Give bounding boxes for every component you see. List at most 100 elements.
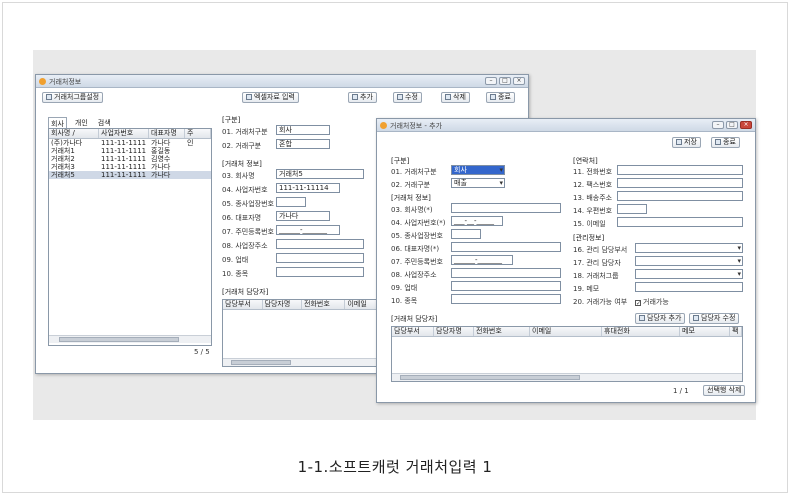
dlg-group-select[interactable] — [635, 269, 743, 279]
ceo-field[interactable]: 가나다 — [276, 211, 330, 221]
dlg-manager-select[interactable] — [635, 256, 743, 266]
dlg-trade-type-select[interactable]: 매출 — [451, 178, 505, 188]
list-scrollbar[interactable] — [49, 335, 211, 343]
dlg-tradeable-checkbox[interactable]: ✓ 거래가능 — [635, 297, 669, 307]
col-ceo[interactable]: 대표자명 — [149, 129, 185, 138]
list-item-selected[interactable]: 거래처5 111-11-1111 가나다 — [49, 171, 211, 179]
dlg-label-tradeable: 20. 거래가능 여부 — [573, 298, 628, 306]
col-mobile[interactable]: 휴대전화 — [602, 327, 680, 336]
section-type: [구분] — [222, 116, 241, 124]
list-item[interactable]: 거래처2 111-11-1111 김영수 — [49, 155, 211, 163]
col-company[interactable]: 회사명 / — [49, 129, 99, 138]
dlg-zip-field[interactable] — [617, 204, 647, 214]
dlg-memo-field[interactable] — [635, 282, 743, 292]
list-item[interactable]: 거래처1 111-11-1111 홍길동 — [49, 147, 211, 155]
company-list-header: 회사명 / 사업자번호 대표자명 주 — [49, 129, 211, 139]
main-titlebar: 거래처정보 – □ × — [36, 75, 528, 88]
excel-icon — [246, 94, 252, 100]
minimize-button[interactable]: – — [712, 121, 724, 129]
delete-selected-button[interactable]: 선택행 삭제 — [703, 385, 746, 396]
dlg-section-info: [거래처 정보] — [391, 194, 431, 202]
list-item[interactable]: (주)가나다 111-11-1111 가나다 인 — [49, 139, 211, 147]
dlg-rrn-field[interactable]: ______-_______ — [451, 255, 513, 265]
dlg-section-manage: [관리정보] — [573, 234, 605, 242]
dlg-section-manager: [거래처 담당자] — [391, 315, 438, 323]
item-field[interactable] — [276, 267, 364, 277]
dlg-ship-field[interactable] — [617, 191, 743, 201]
dlg-email-field[interactable] — [617, 217, 743, 227]
col-email[interactable]: 이메일 — [530, 327, 602, 336]
trade-type-field[interactable]: 혼합 — [276, 139, 330, 149]
dlg-dept-select[interactable] — [635, 243, 743, 253]
checkmark-icon: ✓ — [635, 300, 642, 307]
dlg-biztype-field[interactable] — [451, 281, 561, 291]
col-name[interactable]: 담당자명 — [263, 300, 302, 309]
dlg-ceo-field[interactable] — [451, 242, 561, 252]
label-partner-type: 01. 거래처구분 — [222, 128, 268, 136]
col-bizno[interactable]: 사업자번호 — [99, 129, 149, 138]
dlg-manager-scrollbar[interactable] — [392, 373, 742, 381]
dlg-label-manager: 17. 관리 담당자 — [573, 259, 621, 267]
col-addr[interactable]: 주 — [185, 129, 211, 138]
minimize-button[interactable]: – — [485, 77, 497, 85]
manager-scrollbar[interactable] — [223, 358, 381, 366]
col-fax[interactable]: 팩 — [730, 327, 742, 336]
group-settings-button[interactable]: 거래처그룹설정 — [42, 92, 104, 103]
edit-manager-button[interactable]: 담당자 수정 — [689, 313, 740, 324]
subbiz-field[interactable] — [276, 197, 306, 207]
add-button[interactable]: 추가 — [348, 92, 377, 103]
close-window-button[interactable]: × — [513, 77, 525, 85]
dlg-phone-field[interactable] — [617, 165, 743, 175]
col-memo[interactable]: 메모 — [680, 327, 730, 336]
dlg-fax-field[interactable] — [617, 178, 743, 188]
col-phone[interactable]: 전화번호 — [302, 300, 346, 309]
edit-button[interactable]: 수정 — [393, 92, 422, 103]
dlg-label-subbiz: 05. 종사업장번호 — [391, 232, 443, 240]
dlg-company-field[interactable] — [451, 203, 561, 213]
dlg-label-group: 18. 거래처그룹 — [573, 272, 619, 280]
label-ceo: 06. 대표자명 — [222, 214, 262, 222]
list-page-count: 5 / 5 — [194, 348, 210, 356]
col-name[interactable]: 담당자명 — [434, 327, 474, 336]
dlg-label-biztype: 09. 업태 — [391, 284, 418, 292]
biztype-field[interactable] — [276, 253, 364, 263]
excel-import-button[interactable]: 엑셀자료 입력 — [242, 92, 299, 103]
exit-button[interactable]: 종료 — [486, 92, 515, 103]
address-field[interactable] — [276, 239, 364, 249]
exit-icon — [715, 139, 721, 145]
manager-grid: 담당부서 담당자명 전화번호 이메일 — [222, 299, 382, 367]
dlg-label-bizno: 04. 사업자번호(*) — [391, 219, 446, 227]
exit-icon — [490, 94, 496, 100]
rrn-field[interactable]: ______-_______ — [276, 225, 340, 235]
label-subbiz: 05. 종사업장번호 — [222, 200, 274, 208]
delete-button[interactable]: 삭제 — [441, 92, 470, 103]
dlg-subbiz-field[interactable] — [451, 229, 481, 239]
label-address: 08. 사업장주소 — [222, 242, 268, 250]
dlg-address-field[interactable] — [451, 268, 561, 278]
maximize-button[interactable]: □ — [499, 77, 511, 85]
dlg-section-type: [구분] — [391, 157, 410, 165]
company-field[interactable]: 거래처5 — [276, 169, 364, 179]
col-dept[interactable]: 담당부서 — [223, 300, 263, 309]
section-manager: [거래처 담당자] — [222, 288, 269, 296]
close-window-button[interactable]: × — [740, 121, 752, 129]
label-bizno: 04. 사업자번호 — [222, 186, 268, 194]
dlg-page-count: 1 / 1 — [673, 387, 689, 395]
maximize-button[interactable]: □ — [726, 121, 738, 129]
dlg-partner-type-select[interactable]: 회사 — [451, 165, 505, 175]
list-item[interactable]: 거래처3 111-11-1111 가나다 — [49, 163, 211, 171]
dlg-label-item: 10. 종목 — [391, 297, 418, 305]
group-icon — [46, 94, 52, 100]
bizno-field[interactable]: 111-11-11114 — [276, 183, 340, 193]
dlg-item-field[interactable] — [451, 294, 561, 304]
dlg-bizno-field[interactable]: ___-__-_____ — [451, 216, 503, 226]
add-manager-button[interactable]: 담당자 추가 — [635, 313, 686, 324]
dlg-manager-grid: 담당부서 담당자명 전화번호 이메일 휴대전화 메모 팩 — [391, 326, 743, 382]
company-list: 회사명 / 사업자번호 대표자명 주 (주)가나다 111-11-1111 가나다 인… — [48, 128, 212, 346]
dialog-exit-button[interactable]: 종료 — [711, 137, 740, 148]
col-dept[interactable]: 담당부서 — [392, 327, 434, 336]
col-phone[interactable]: 전화번호 — [474, 327, 530, 336]
save-button[interactable]: 저장 — [672, 137, 701, 148]
dialog-titlebar: 거래처정보 - 추가 – □ × — [377, 119, 755, 132]
partner-type-field[interactable]: 회사 — [276, 125, 330, 135]
